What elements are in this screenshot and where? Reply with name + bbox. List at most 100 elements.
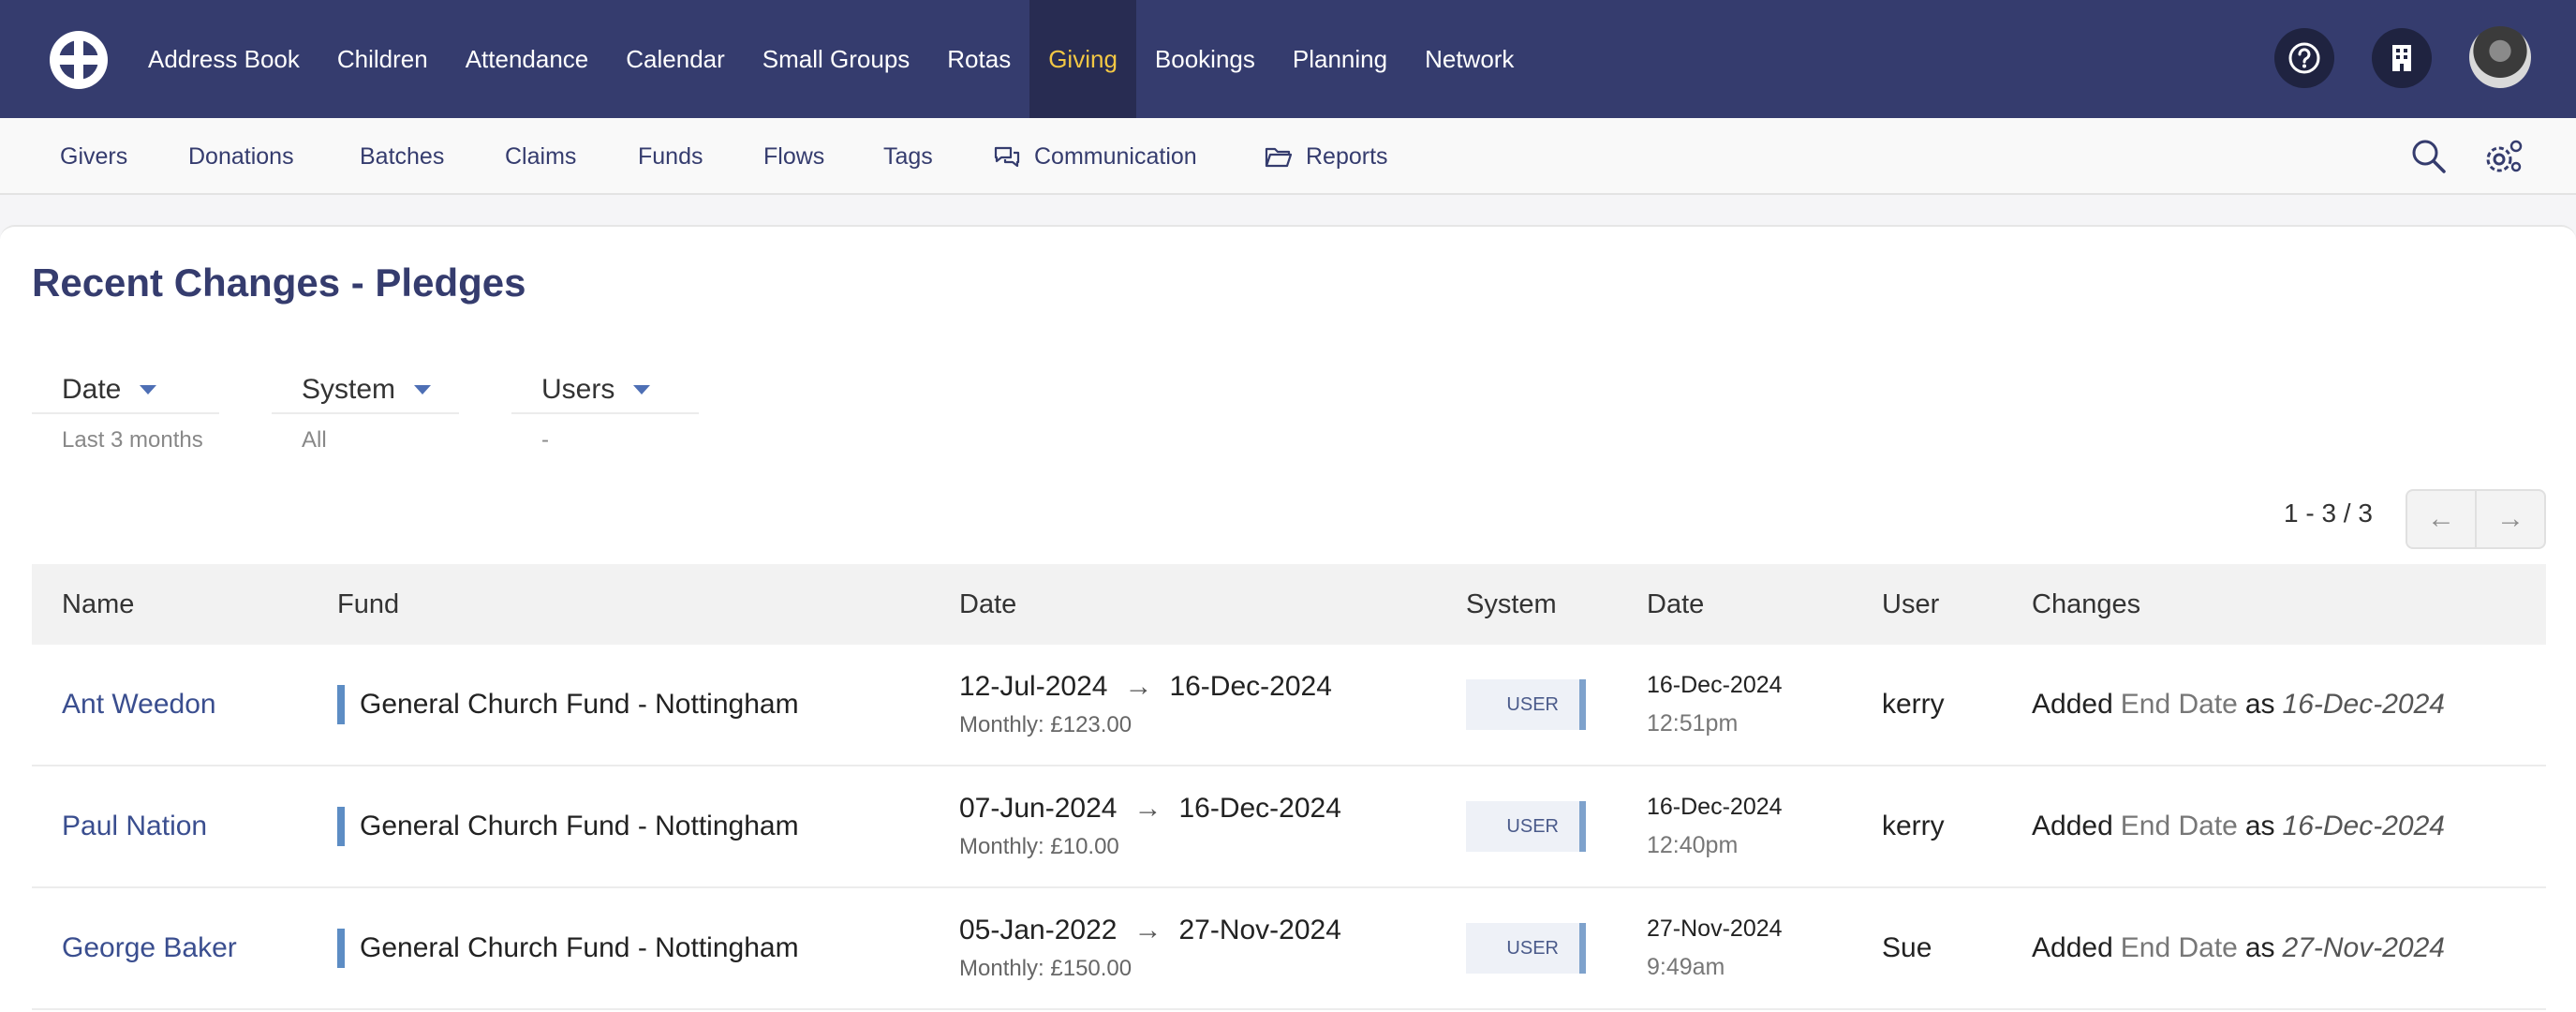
change-field: End Date xyxy=(2120,811,2238,841)
change-time: 9:49am xyxy=(1647,954,1725,980)
table-row: Paul Nation General Church Fund - Nottin… xyxy=(32,766,2546,888)
nav-small-groups[interactable]: Small Groups xyxy=(744,0,929,118)
nav-address-book[interactable]: Address Book xyxy=(129,0,318,118)
change-time: 12:40pm xyxy=(1647,832,1739,858)
arrow-right-icon: → xyxy=(1124,671,1153,702)
pledge-start-date: 07-Jun-2024 xyxy=(959,793,1118,824)
help-button[interactable] xyxy=(2274,28,2334,88)
change-field: End Date xyxy=(2120,689,2238,720)
fund-color-bar xyxy=(337,807,345,846)
nav-rotas[interactable]: Rotas xyxy=(928,0,1029,118)
table-row: Ant Weedon General Church Fund - Notting… xyxy=(32,645,2546,766)
building-icon xyxy=(2392,45,2411,71)
prev-page-button[interactable]: ← xyxy=(2407,491,2477,547)
pledge-end-date: 27-Nov-2024 xyxy=(1178,915,1341,945)
nav-bookings[interactable]: Bookings xyxy=(1136,0,1274,118)
column-header-name[interactable]: Name xyxy=(62,564,134,645)
change-action: Added xyxy=(2032,689,2113,720)
change-value: 27-Nov-2024 xyxy=(2282,932,2445,963)
nav-giving[interactable]: Giving xyxy=(1029,0,1136,118)
user-avatar[interactable] xyxy=(2469,26,2531,88)
subnav-communication-label: Communication xyxy=(1034,142,1197,170)
pledge-end-date: 16-Dec-2024 xyxy=(1169,671,1332,702)
pledge-start-date: 12-Jul-2024 xyxy=(959,671,1108,702)
subnav-reports[interactable]: Reports xyxy=(1265,118,1388,195)
change-date: 27-Nov-2024 xyxy=(1647,915,1783,942)
system-badge: USER xyxy=(1466,679,1586,730)
fund-name: General Church Fund - Nottingham xyxy=(360,932,799,963)
column-header-change-date[interactable]: Date xyxy=(1647,564,1704,645)
pagination-controls: ← → xyxy=(2406,489,2546,549)
top-navbar: Address Book Children Attendance Calenda… xyxy=(0,0,2576,118)
change-date: 16-Dec-2024 xyxy=(1647,794,1783,820)
system-badge: USER xyxy=(1466,801,1586,852)
giver-name-link[interactable]: Paul Nation xyxy=(62,811,207,842)
column-header-system[interactable]: System xyxy=(1466,564,1557,645)
subnav-tags[interactable]: Tags xyxy=(883,118,933,195)
nav-children[interactable]: Children xyxy=(318,0,447,118)
pagination-summary: 1 - 3 / 3 xyxy=(2284,499,2373,528)
fund-color-bar xyxy=(337,929,345,968)
nav-attendance[interactable]: Attendance xyxy=(447,0,608,118)
caret-down-icon xyxy=(414,385,432,394)
filter-users-value: - xyxy=(541,427,549,453)
main-card: Recent Changes - Pledges Date Last 3 mon… xyxy=(0,225,2576,1012)
change-action: Added xyxy=(2032,811,2113,841)
change-date: 16-Dec-2024 xyxy=(1647,672,1783,698)
filter-system-label: System xyxy=(302,374,396,405)
chat-icon xyxy=(994,146,1020,168)
filter-date-label: Date xyxy=(62,374,122,405)
fund-color-bar xyxy=(337,685,345,724)
change-action: Added xyxy=(2032,932,2113,963)
change-as: as xyxy=(2244,689,2275,720)
subnav-flows[interactable]: Flows xyxy=(763,118,824,195)
pledge-start-date: 05-Jan-2022 xyxy=(959,915,1118,945)
organisation-button[interactable] xyxy=(2372,28,2432,88)
pledge-monthly-amount: Monthly: £10.00 xyxy=(959,834,1119,859)
arrow-right-icon: → xyxy=(1133,793,1162,824)
giving-subnav: Givers Donations Batches Claims Funds Fl… xyxy=(0,118,2576,195)
fund-name: General Church Fund - Nottingham xyxy=(360,811,799,841)
nav-network[interactable]: Network xyxy=(1406,0,1532,118)
subnav-communication[interactable]: Communication xyxy=(993,118,1197,195)
column-header-user[interactable]: User xyxy=(1882,564,1939,645)
nav-planning[interactable]: Planning xyxy=(1274,0,1406,118)
change-time: 12:51pm xyxy=(1647,710,1739,737)
app-logo-icon[interactable] xyxy=(47,28,111,92)
next-page-button[interactable]: → xyxy=(2477,491,2544,547)
column-header-pledge-date[interactable]: Date xyxy=(959,564,1016,645)
subnav-givers[interactable]: Givers xyxy=(60,118,127,195)
subnav-donations[interactable]: Donations xyxy=(188,118,294,195)
table-header: Name Fund Date System Date User Changes xyxy=(32,564,2546,645)
change-user: kerry xyxy=(1882,689,1945,720)
subnav-batches[interactable]: Batches xyxy=(360,118,444,195)
change-as: as xyxy=(2244,811,2275,841)
column-header-fund[interactable]: Fund xyxy=(337,564,399,645)
filter-system[interactable]: System All xyxy=(272,367,459,454)
caret-down-icon xyxy=(140,385,157,394)
filter-date-value: Last 3 months xyxy=(62,427,203,453)
pledge-end-date: 16-Dec-2024 xyxy=(1178,793,1341,824)
filter-date[interactable]: Date Last 3 months xyxy=(32,367,219,454)
change-user: kerry xyxy=(1882,811,1945,841)
column-header-changes[interactable]: Changes xyxy=(2032,564,2140,645)
change-value: 16-Dec-2024 xyxy=(2282,811,2445,841)
subnav-funds[interactable]: Funds xyxy=(638,118,703,195)
system-badge: USER xyxy=(1466,923,1586,974)
change-user: Sue xyxy=(1882,932,1932,963)
filter-system-value: All xyxy=(302,427,327,453)
filter-users[interactable]: Users - xyxy=(511,367,699,454)
subnav-claims[interactable]: Claims xyxy=(505,118,576,195)
search-icon[interactable] xyxy=(2410,138,2448,175)
change-value: 16-Dec-2024 xyxy=(2282,689,2445,720)
change-field: End Date xyxy=(2120,932,2238,963)
change-as: as xyxy=(2244,932,2275,963)
pledge-monthly-amount: Monthly: £150.00 xyxy=(959,956,1133,981)
folder-icon xyxy=(1265,147,1293,168)
giver-name-link[interactable]: George Baker xyxy=(62,932,237,964)
nav-calendar[interactable]: Calendar xyxy=(607,0,744,118)
caret-down-icon xyxy=(633,385,651,394)
settings-gear-icon[interactable] xyxy=(2482,137,2524,176)
fund-name: General Church Fund - Nottingham xyxy=(360,689,799,720)
giver-name-link[interactable]: Ant Weedon xyxy=(62,689,216,721)
